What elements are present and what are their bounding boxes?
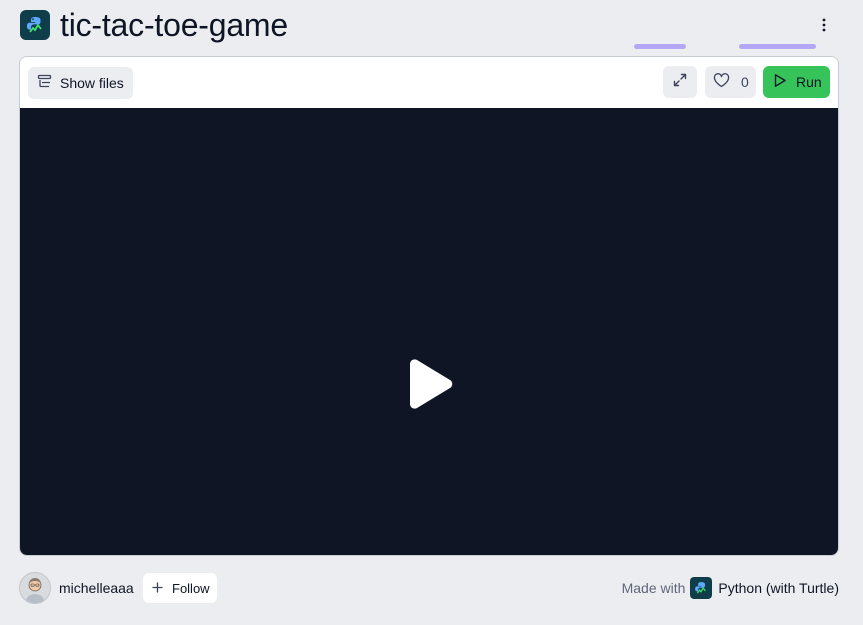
username[interactable]: michelleaaa — [59, 580, 134, 596]
files-stack-icon — [37, 74, 52, 92]
python-turtle-icon — [690, 577, 713, 599]
kebab-menu-icon[interactable] — [813, 14, 835, 36]
avatar[interactable] — [19, 572, 51, 604]
follow-button[interactable]: Follow — [143, 573, 217, 603]
header: tic-tac-toe-game — [20, 6, 839, 44]
run-label: Run — [796, 74, 822, 90]
made-with: Made with Python (with Turtle) — [622, 577, 839, 599]
output-viewport[interactable] — [20, 108, 838, 555]
show-files-button[interactable]: Show files — [28, 67, 133, 99]
toolbar: Show files 0 Run — [20, 57, 838, 108]
like-button[interactable]: 0 — [705, 66, 756, 98]
repl-card: Show files 0 Run — [19, 56, 839, 556]
run-highlight-mark — [739, 44, 816, 49]
heart-icon — [713, 73, 730, 91]
like-count: 0 — [741, 74, 749, 90]
expand-highlight-mark — [634, 44, 686, 49]
run-button[interactable]: Run — [763, 66, 830, 98]
python-turtle-icon — [20, 10, 50, 40]
plus-icon — [152, 581, 163, 596]
made-with-label: Made with — [621, 580, 686, 596]
language-link[interactable]: Python (with Turtle) — [718, 580, 839, 596]
footer: michelleaaa Follow Made with Python (wit… — [19, 571, 839, 605]
follow-label: Follow — [172, 580, 210, 596]
expand-icon — [672, 72, 688, 93]
page-title: tic-tac-toe-game — [60, 7, 288, 43]
show-files-label: Show files — [60, 75, 124, 91]
play-icon[interactable] — [406, 358, 454, 410]
play-outline-icon — [773, 73, 787, 91]
expand-button[interactable] — [663, 66, 697, 98]
